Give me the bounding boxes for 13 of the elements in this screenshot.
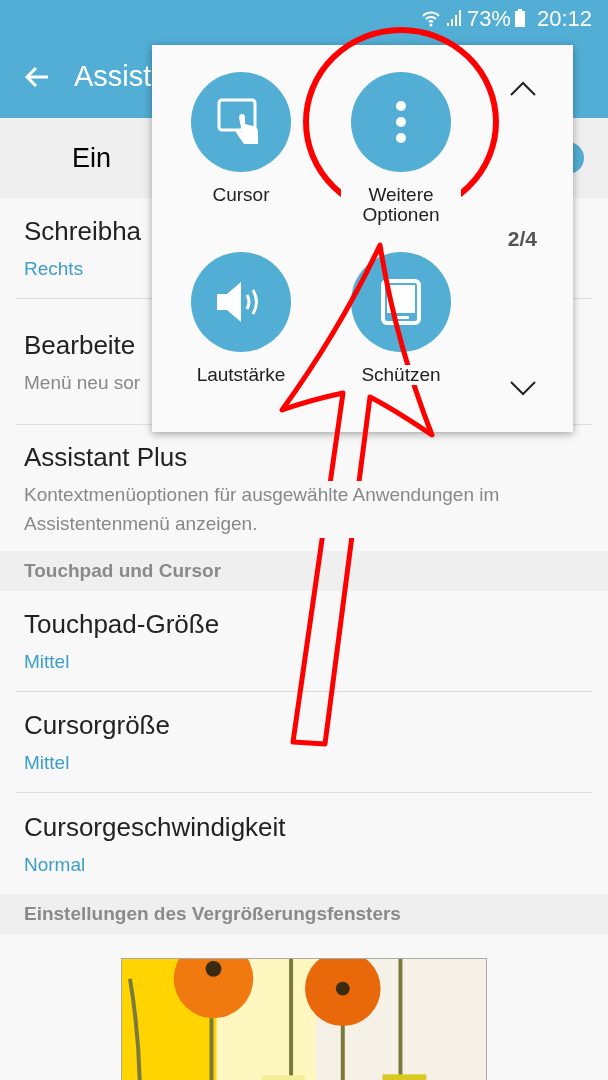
switch-label: Ein — [72, 141, 112, 175]
item-title: Bearbeite — [24, 328, 136, 362]
item-title: Assistant Plus — [24, 441, 188, 474]
battery-percent: 73% — [466, 4, 511, 33]
section-header: Einstellungen des Vergrößerungsfensters — [0, 894, 608, 934]
page-indicator: 2/4 — [507, 225, 537, 252]
clock: 20:12 — [536, 4, 592, 33]
item-title: Schreibha — [24, 215, 142, 249]
app-bar-title: Assist — [74, 59, 152, 95]
item-title: Cursorgeschwindigkeit — [24, 810, 286, 844]
item-title: Touchpad-Größe — [24, 608, 220, 642]
section-header: Touchpad und Cursor — [0, 551, 608, 591]
item-title: Cursorgröße — [24, 709, 170, 743]
